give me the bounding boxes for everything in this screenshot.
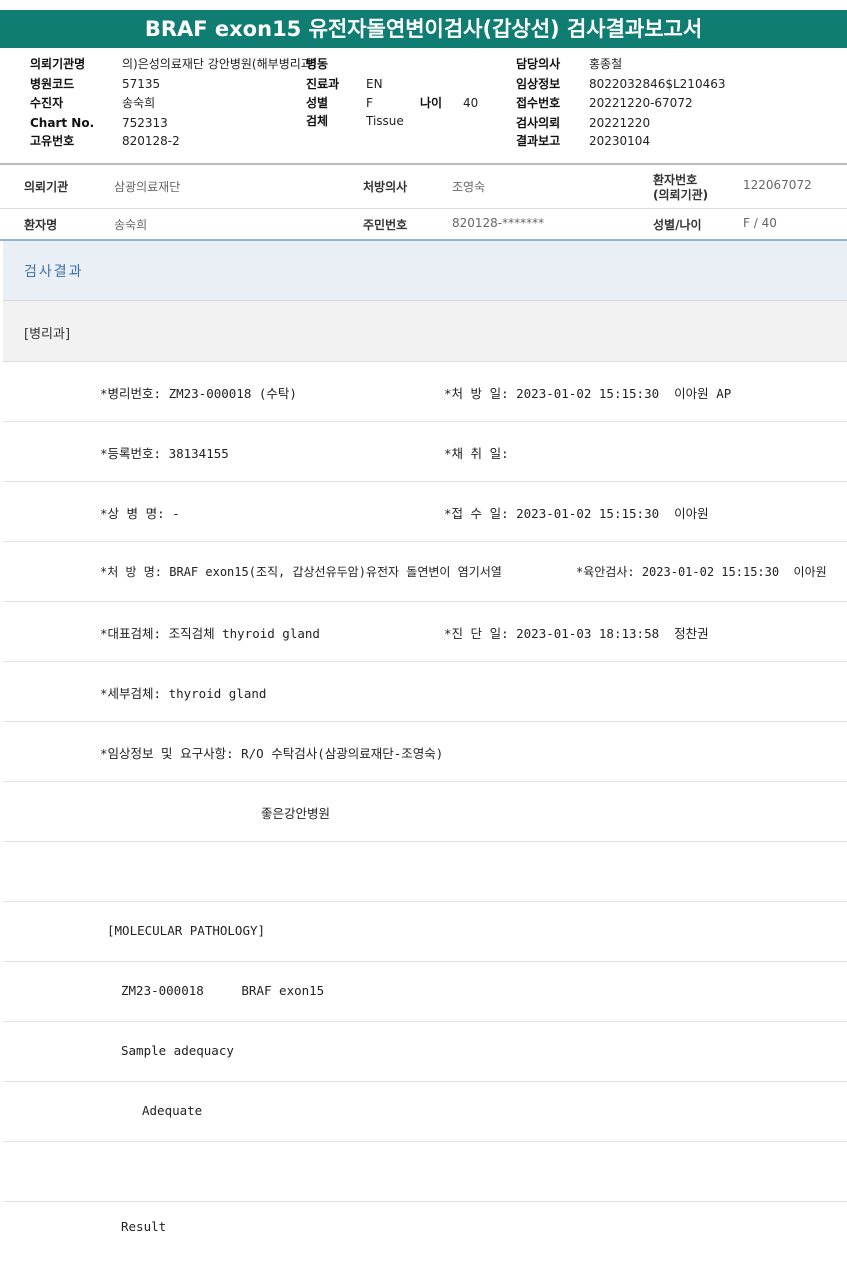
hdr-value-result-report: 20230104 [589, 134, 651, 148]
hdr-value-hospital-code: 57135 [122, 77, 161, 91]
result-row [3, 1142, 847, 1202]
prescriber-label: 처방의사 [363, 180, 408, 194]
hdr-value-chart-no: 752313 [122, 116, 168, 130]
diagnosis-date: *진 단 일: 2023-01-03 18:13:58 정찬권 [444, 626, 709, 641]
hdr-value-unique-no: 820128-2 [122, 134, 180, 148]
hdr-value-sex: F [366, 96, 373, 110]
report-title: BRAF exon15 유전자돌연변이검사(갑상선) 검사결과보고서 [0, 10, 847, 48]
hdr-value-age: 40 [463, 96, 479, 110]
result-label: Result [121, 1219, 167, 1234]
result-row [3, 842, 847, 902]
patient-id-sublabel: (의뢰기관) [653, 188, 709, 202]
molecular-pathology-heading: [MOLECULAR PATHOLOGY] [107, 923, 266, 938]
institution-label: 의뢰기관 [24, 180, 69, 194]
hdr-value-doctor: 홍종철 [589, 57, 623, 71]
sample-adequacy-value: Adequate [142, 1103, 203, 1118]
patient-name-value: 송숙희 [114, 218, 148, 232]
result-row: *병리번호: ZM23-000018 (수탁) *처 방 일: 2023-01-… [3, 362, 847, 422]
result-section-header: 검사결과 [3, 241, 847, 301]
patient-row-2: 환자명 송숙희 주민번호 820128-******* 성별/나이 F / 40 [0, 209, 847, 239]
rrn-value: 820128-******* [452, 216, 545, 230]
hdr-label-receipt-no: 접수번호 [516, 96, 561, 110]
sex-age-label: 성별/나이 [653, 218, 702, 232]
result-section-title: 검사결과 [24, 264, 84, 280]
hdr-value-institution: 의)은성의료재단 강안병원(해부병리과) [122, 57, 317, 71]
department-title: [병리과] [24, 327, 71, 342]
result-row: *대표검체: 조직검체 thyroid gland *진 단 일: 2023-0… [3, 602, 847, 662]
sex-age-value: F / 40 [743, 216, 777, 230]
hdr-label-age: 나이 [420, 96, 443, 110]
hdr-value-patient: 송숙희 [122, 96, 156, 110]
hdr-value-department: EN [366, 77, 383, 91]
hdr-label-department: 진료과 [306, 77, 340, 91]
hdr-label-doctor: 담당의사 [516, 57, 561, 71]
receipt-date: *접 수 일: 2023-01-02 15:15:30 이아원 [444, 506, 709, 521]
registration-number: *등록번호: 38134155 [100, 446, 229, 461]
hdr-label-result-report: 결과보고 [516, 134, 561, 148]
case-and-test: ZM23-000018 BRAF exon15 [121, 983, 325, 998]
hdr-label-clinical-info: 임상정보 [516, 77, 561, 91]
prescription-name: *처 방 명: BRAF exon15(조직, 갑상선유두암)유전자 돌연변이 … [100, 565, 502, 579]
result-row: *등록번호: 38134155 *채 취 일: [3, 422, 847, 482]
hdr-value-receipt-no: 20221220-67072 [589, 96, 693, 110]
result-row: Adequate [3, 1082, 847, 1142]
prescriber-value: 조영숙 [452, 180, 486, 194]
department-header: [병리과] [3, 301, 847, 362]
sample-adequacy-label: Sample adequacy [121, 1043, 234, 1058]
hdr-label-specimen: 검체 [306, 114, 329, 128]
result-row: *처 방 명: BRAF exon15(조직, 갑상선유두암)유전자 돌연변이 … [3, 542, 847, 602]
patient-name-label: 환자명 [24, 218, 58, 232]
result-row: Result [3, 1202, 847, 1261]
result-row: *임상정보 및 요구사항: R/O 수탁검사(삼광의료재단-조영숙) [3, 722, 847, 782]
patient-row-1: 의뢰기관 삼광의료재단 처방의사 조영숙 환자번호 (의뢰기관) 1220670… [0, 166, 847, 208]
detail-specimen: *세부검체: thyroid gland [100, 686, 267, 701]
prescription-date: *처 방 일: 2023-01-02 15:15:30 이아원 AP [444, 386, 732, 401]
gross-exam: *육안검사: 2023-01-02 15:15:30 이아원 [576, 565, 827, 579]
hdr-label-institution: 의뢰기관명 [30, 57, 86, 71]
hdr-label-test-request: 검사의뢰 [516, 116, 561, 130]
hdr-label-ward: 병동 [306, 57, 329, 71]
result-row: 좋은강안병원 [3, 782, 847, 842]
result-row: *상 병 명: - *접 수 일: 2023-01-02 15:15:30 이아… [3, 482, 847, 542]
hdr-label-hospital-code: 병원코드 [30, 77, 75, 91]
representative-specimen: *대표검체: 조직검체 thyroid gland [100, 626, 320, 641]
result-row: *세부검체: thyroid gland [3, 662, 847, 722]
rrn-label: 주민번호 [363, 218, 408, 232]
header-divider [0, 163, 847, 165]
clinical-request: *임상정보 및 요구사항: R/O 수탁검사(삼광의료재단-조영숙) [100, 746, 444, 761]
diagnosis-name: *상 병 명: - [100, 506, 180, 521]
collection-date: *채 취 일: [444, 446, 509, 461]
hdr-value-specimen: Tissue [366, 114, 404, 128]
hospital-name: 좋은강안병원 [261, 806, 331, 821]
result-row: Sample adequacy [3, 1022, 847, 1082]
hdr-label-patient: 수진자 [30, 96, 64, 110]
hdr-label-chart-no: Chart No. [30, 116, 95, 130]
institution-value: 삼광의료재단 [114, 180, 181, 194]
result-row: [MOLECULAR PATHOLOGY] [3, 902, 847, 962]
pathology-number: *병리번호: ZM23-000018 (수탁) [100, 386, 297, 401]
patient-id-value: 122067072 [743, 178, 812, 192]
hdr-value-clinical-info: 8022032846$L210463 [589, 77, 726, 91]
hdr-value-test-request: 20221220 [589, 116, 651, 130]
hdr-label-sex: 성별 [306, 96, 329, 110]
result-row: ZM23-000018 BRAF exon15 [3, 962, 847, 1022]
hdr-label-unique-no: 고유번호 [30, 134, 75, 148]
